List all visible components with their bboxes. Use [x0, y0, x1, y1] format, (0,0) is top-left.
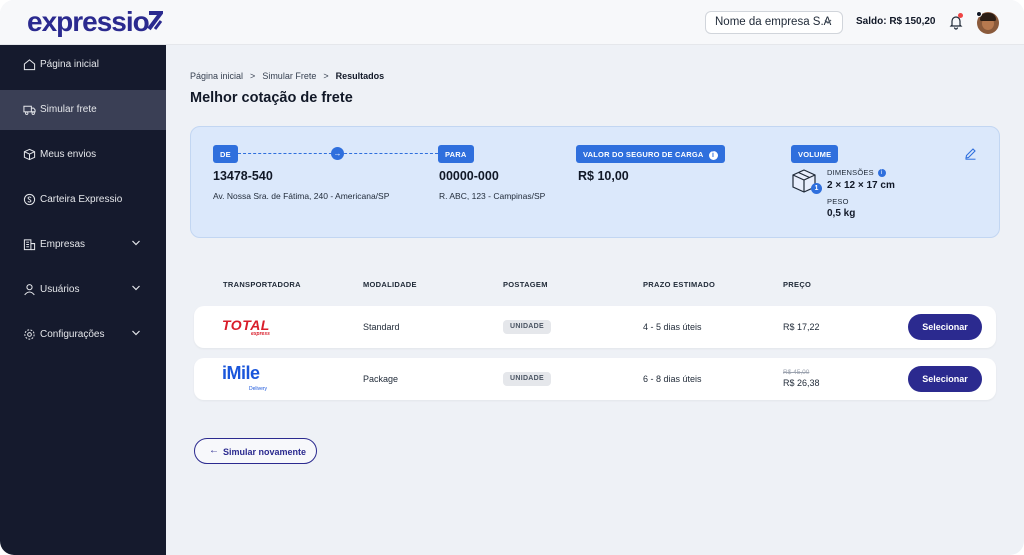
insurance-value: R$ 10,00: [578, 169, 629, 183]
sidebar-item-configuracoes[interactable]: Configurações: [0, 315, 166, 355]
table-row: [194, 358, 996, 400]
row-eta: 6 - 8 dias úteis: [643, 374, 702, 384]
logo-mark-icon: [147, 11, 163, 31]
building-icon: [23, 239, 36, 251]
row-eta: 4 - 5 dias úteis: [643, 322, 702, 332]
sidebar-item-usuarios[interactable]: Usuários: [0, 270, 166, 310]
notification-dot: [958, 13, 963, 18]
column-header-modality: MODALIDADE: [363, 280, 417, 289]
chevron-down-icon: [824, 19, 832, 24]
select-button[interactable]: Selecionar: [908, 366, 982, 392]
home-icon: [23, 59, 36, 71]
arrow-left-icon: ←: [209, 445, 219, 456]
volume-count-badge: 1: [811, 183, 822, 194]
chevron-down-icon: [132, 285, 140, 291]
sidebar-item-label: Simular frete: [40, 104, 97, 115]
company-select[interactable]: Nome da empresa S.A: [705, 11, 843, 34]
column-header-carrier: TRANSPORTADORA: [223, 280, 301, 289]
expressio-logo[interactable]: expressio: [27, 6, 163, 38]
logo-text: expressio: [27, 6, 150, 37]
breadcrumb-link-home[interactable]: Página inicial: [190, 71, 243, 81]
sidebar-item-label: Meus envios: [40, 149, 97, 160]
sidebar-item-home[interactable]: Página inicial: [0, 45, 166, 85]
simulate-again-label: Simular novamente: [223, 447, 307, 457]
wallet-icon: [23, 193, 36, 206]
breadcrumb-current: Resultados: [335, 71, 385, 81]
sidebar-item-empresas[interactable]: Empresas: [0, 225, 166, 265]
to-address: R. ABC, 123 - Campinas/SP: [439, 191, 546, 201]
arrow-right-icon: →: [331, 147, 344, 160]
chevron-down-icon: [132, 330, 140, 336]
insurance-pill: VALOR DO SEGURO DE CARGA i: [576, 145, 725, 163]
sidebar-item-label: Configurações: [40, 329, 105, 340]
dimensions-value: 2 × 12 × 17 cm: [827, 180, 895, 191]
posting-badge: UNIDADE: [503, 320, 551, 334]
breadcrumb: Página inicial > Simular Frete > Resultados: [190, 71, 384, 81]
column-header-posting: POSTAGEM: [503, 280, 548, 289]
from-pill: DE: [213, 145, 238, 163]
sidebar: Página inicial Simular frete Meus envios…: [0, 45, 166, 555]
to-pill: PARA: [438, 145, 474, 163]
row-modality: Package: [363, 374, 399, 384]
total-express-logo-sub: express: [251, 331, 270, 337]
edit-icon[interactable]: [964, 147, 977, 160]
row-old-price: R$ 45,00: [783, 369, 810, 376]
row-modality: Standard: [363, 322, 400, 332]
user-icon: [24, 284, 35, 296]
dimensions-label: DIMENSÕES: [827, 168, 874, 177]
weight-value: 0,5 kg: [827, 208, 856, 219]
page-title: Melhor cotação de frete: [190, 90, 353, 106]
info-icon[interactable]: i: [708, 150, 718, 160]
info-icon[interactable]: i: [877, 169, 886, 178]
select-button[interactable]: Selecionar: [908, 314, 982, 340]
sidebar-item-label: Usuários: [40, 284, 80, 295]
from-cep: 13478-540: [213, 169, 273, 183]
breadcrumb-separator: >: [250, 71, 256, 81]
avatar-hair: [980, 13, 996, 21]
breadcrumb-link-simular[interactable]: Simular Frete: [262, 71, 316, 81]
from-address: Av. Nossa Sra. de Fátima, 240 - American…: [213, 191, 390, 201]
volume-pill: VOLUME: [791, 145, 839, 163]
package-icon: [23, 148, 36, 161]
avatar-status-dot: [976, 11, 982, 17]
weight-label: PESO: [827, 197, 849, 206]
sidebar-item-label: Empresas: [40, 239, 86, 250]
sidebar-item-label: Carteira Expressio: [40, 194, 123, 205]
column-header-eta: PRAZO ESTIMADO: [643, 280, 716, 289]
posting-badge: UNIDADE: [503, 372, 551, 386]
table-row: [194, 306, 996, 348]
dimensions-label-row: DIMENSÕES i: [827, 168, 886, 178]
sidebar-item-simular-frete[interactable]: Simular frete: [0, 90, 166, 130]
app-window: expressio Nome da empresa S.A Saldo: R$ …: [0, 0, 1024, 555]
truck-icon: [23, 105, 36, 115]
gear-icon: [24, 329, 35, 340]
row-price: R$ 17,22: [783, 322, 820, 332]
insurance-label: VALOR DO SEGURO DE CARGA: [583, 150, 704, 159]
simulate-again-button[interactable]: ← Simular novamente: [194, 438, 317, 464]
imile-logo-sub: Delivery: [249, 386, 268, 392]
top-bar: expressio Nome da empresa S.A Saldo: R$ …: [0, 0, 1024, 45]
row-price: R$ 26,38: [783, 378, 820, 388]
company-select-value: Nome da empresa S.A: [715, 16, 832, 28]
balance-text: Saldo: R$ 150,20: [856, 16, 936, 27]
to-cep: 00000-000: [439, 169, 499, 183]
imile-logo: iMile: [222, 363, 260, 383]
sidebar-item-carteira[interactable]: Carteira Expressio: [0, 180, 166, 220]
sidebar-item-meus-envios[interactable]: Meus envios: [0, 135, 166, 175]
column-header-price: PREÇO: [783, 280, 812, 289]
breadcrumb-separator: >: [323, 71, 329, 81]
sidebar-item-label: Página inicial: [40, 59, 99, 70]
chevron-down-icon: [132, 240, 140, 246]
